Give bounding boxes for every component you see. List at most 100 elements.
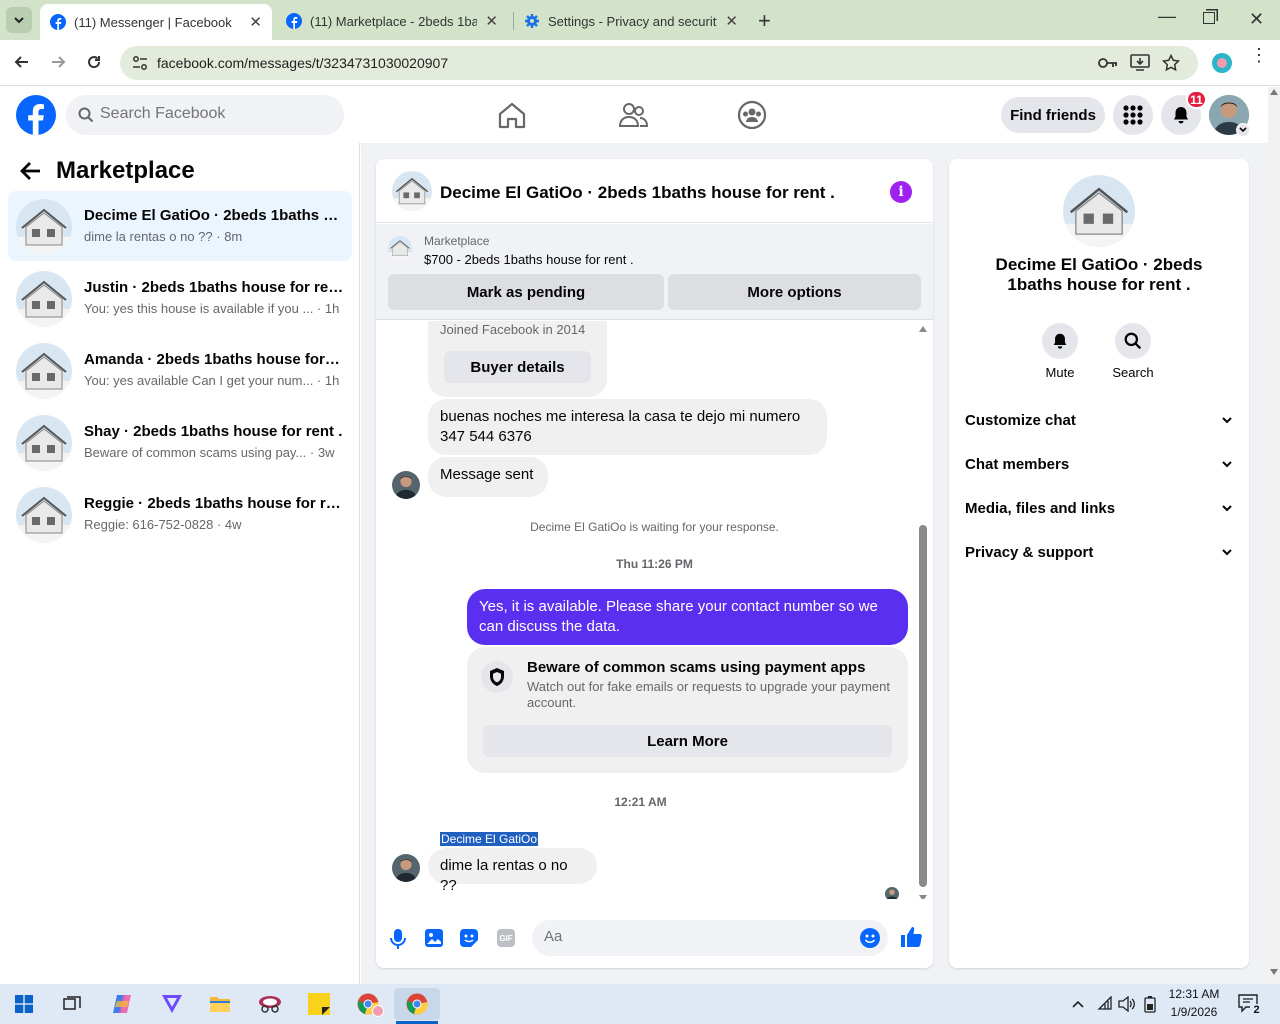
buyer-details-button[interactable]: Buyer details: [444, 351, 591, 383]
conversation-item[interactable]: Reggie · 2beds 1baths house for re... Re…: [8, 479, 352, 549]
sticker-icon[interactable]: [460, 929, 478, 947]
restore-button[interactable]: [1203, 12, 1215, 24]
info-title: Decime El GatiOo · 2beds 1baths house fo…: [995, 255, 1203, 294]
forward-button[interactable]: [48, 52, 68, 77]
more-options-button[interactable]: More options: [668, 274, 921, 310]
install-app-icon[interactable]: [1130, 54, 1150, 72]
nav-friends[interactable]: [618, 101, 649, 134]
conversation-item[interactable]: Amanda · 2beds 1baths house for r... You…: [8, 335, 352, 405]
listing-title[interactable]: $700 - 2beds 1baths house for rent .: [424, 252, 634, 267]
info-avatar[interactable]: [1063, 175, 1135, 247]
tray-overflow-icon[interactable]: [1071, 996, 1085, 1014]
conversation-item[interactable]: Decime El GatiOo · 2beds 1baths h... dim…: [8, 191, 352, 261]
read-receipt-avatar: [885, 887, 899, 899]
task-view-button[interactable]: [52, 988, 92, 1020]
volume-icon[interactable]: [1118, 996, 1136, 1012]
window-close-button[interactable]: ✕: [1249, 9, 1264, 30]
reload-button[interactable]: [84, 52, 104, 77]
received-message[interactable]: buenas noches me interesa la casa te dej…: [428, 399, 827, 455]
scroll-thumb[interactable]: [919, 525, 927, 887]
new-tab-button[interactable]: +: [758, 8, 771, 34]
facebook-logo[interactable]: [16, 95, 56, 135]
search-button[interactable]: [1115, 323, 1151, 359]
page-scrollbar[interactable]: [1268, 87, 1280, 984]
browser-menu-icon[interactable]: ⋮: [1250, 46, 1268, 64]
info-button[interactable]: i: [890, 181, 912, 203]
media-files-links-section[interactable]: Media, files and links: [965, 494, 1233, 522]
sender-avatar[interactable]: [392, 471, 420, 499]
received-message[interactable]: dime la rentas o no ??: [428, 848, 597, 894]
back-button[interactable]: [12, 52, 32, 77]
tab-messenger[interactable]: (11) Messenger | Facebook ✕: [40, 4, 272, 40]
message-text: dime la rentas o no ??: [440, 857, 568, 894]
find-friends-button[interactable]: Find friends: [1001, 97, 1105, 133]
clock-date[interactable]: 1/9/2026: [1164, 1005, 1224, 1019]
section-label: Customize chat: [965, 411, 1076, 429]
close-icon[interactable]: ✕: [249, 13, 262, 31]
copilot-app[interactable]: [102, 988, 142, 1020]
listing-source: Marketplace: [424, 234, 490, 248]
chat-info-panel: Decime El GatiOo · 2beds 1baths house fo…: [949, 159, 1249, 968]
snipping-app[interactable]: [250, 988, 290, 1020]
received-message[interactable]: Message sent: [428, 457, 548, 497]
search-input[interactable]: [100, 105, 330, 123]
photo-icon[interactable]: [425, 929, 443, 947]
conversation-name: Shay · 2beds 1baths house for rent .: [84, 423, 343, 440]
chevron-down-icon: [1222, 505, 1232, 512]
chat-title[interactable]: Decime El GatiOo · 2beds 1baths house fo…: [440, 183, 835, 203]
mute-button[interactable]: [1042, 323, 1078, 359]
chrome-app-1[interactable]: [348, 988, 388, 1020]
sent-message[interactable]: Yes, it is available. Please share your …: [467, 589, 908, 645]
tab-marketplace[interactable]: (11) Marketplace - 2beds 1bath ✕: [276, 6, 508, 36]
battery-icon[interactable]: [1143, 995, 1157, 1013]
chat-members-section[interactable]: Chat members: [965, 450, 1233, 478]
vpn-app[interactable]: [152, 988, 192, 1020]
thumbs-up-icon[interactable]: [900, 926, 922, 948]
gif-icon[interactable]: GIF: [497, 929, 515, 947]
privacy-support-section[interactable]: Privacy & support: [965, 538, 1233, 566]
key-icon[interactable]: [1098, 56, 1118, 70]
tab-search-button[interactable]: [6, 7, 32, 33]
scroll-up-arrow[interactable]: [1270, 89, 1278, 95]
microphone-icon[interactable]: [390, 929, 406, 949]
thread-scrollbar[interactable]: [917, 321, 929, 899]
wifi-icon[interactable]: [1097, 996, 1113, 1010]
listing-thumb[interactable]: [388, 236, 412, 260]
clock-time[interactable]: 12:31 AM: [1164, 987, 1224, 1001]
nav-groups[interactable]: [737, 100, 767, 135]
menu-button[interactable]: [1113, 95, 1153, 135]
scroll-down-arrow[interactable]: [1270, 969, 1278, 975]
scam-title: Beware of common scams using payment app…: [527, 659, 866, 676]
profile-avatar[interactable]: [1212, 53, 1232, 73]
facebook-search[interactable]: [66, 95, 344, 135]
tab-settings[interactable]: Settings - Privacy and security ✕: [514, 6, 748, 36]
mark-as-pending-button[interactable]: Mark as pending: [388, 274, 664, 310]
nav-home[interactable]: [497, 101, 527, 134]
customize-chat-section[interactable]: Customize chat: [965, 406, 1233, 434]
account-chevron[interactable]: [1236, 123, 1250, 137]
chrome-app-2[interactable]: [394, 988, 440, 1020]
minimize-button[interactable]: —: [1158, 6, 1176, 27]
back-arrow-button[interactable]: [20, 161, 42, 186]
start-button[interactable]: [4, 988, 44, 1020]
address-bar[interactable]: facebook.com/messages/t/3234731030020907: [120, 46, 1198, 80]
sticky-notes-app[interactable]: [299, 988, 339, 1020]
message-thread[interactable]: Joined Facebook in 2014 Buyer details bu…: [376, 321, 933, 899]
sender-avatar[interactable]: [392, 854, 420, 882]
bookmark-star-icon[interactable]: [1162, 54, 1180, 72]
emoji-icon[interactable]: [860, 928, 880, 948]
file-explorer-app[interactable]: [200, 988, 240, 1020]
message-input-wrap[interactable]: [532, 920, 888, 956]
message-input[interactable]: [544, 928, 844, 945]
site-info-icon[interactable]: [132, 56, 148, 70]
close-icon[interactable]: ✕: [485, 12, 498, 30]
chat-avatar[interactable]: [392, 171, 432, 211]
conversation-item[interactable]: Shay · 2beds 1baths house for rent . Bew…: [8, 407, 352, 477]
close-icon[interactable]: ✕: [725, 12, 738, 30]
scroll-down-arrow[interactable]: [919, 895, 927, 899]
conversation-item[interactable]: Justin · 2beds 1baths house for rent . Y…: [8, 263, 352, 333]
scroll-up-arrow[interactable]: [919, 326, 927, 332]
notification-badge: 11: [1186, 90, 1207, 109]
message-text: Yes, it is available. Please share your …: [479, 598, 878, 635]
learn-more-button[interactable]: Learn More: [483, 725, 892, 757]
